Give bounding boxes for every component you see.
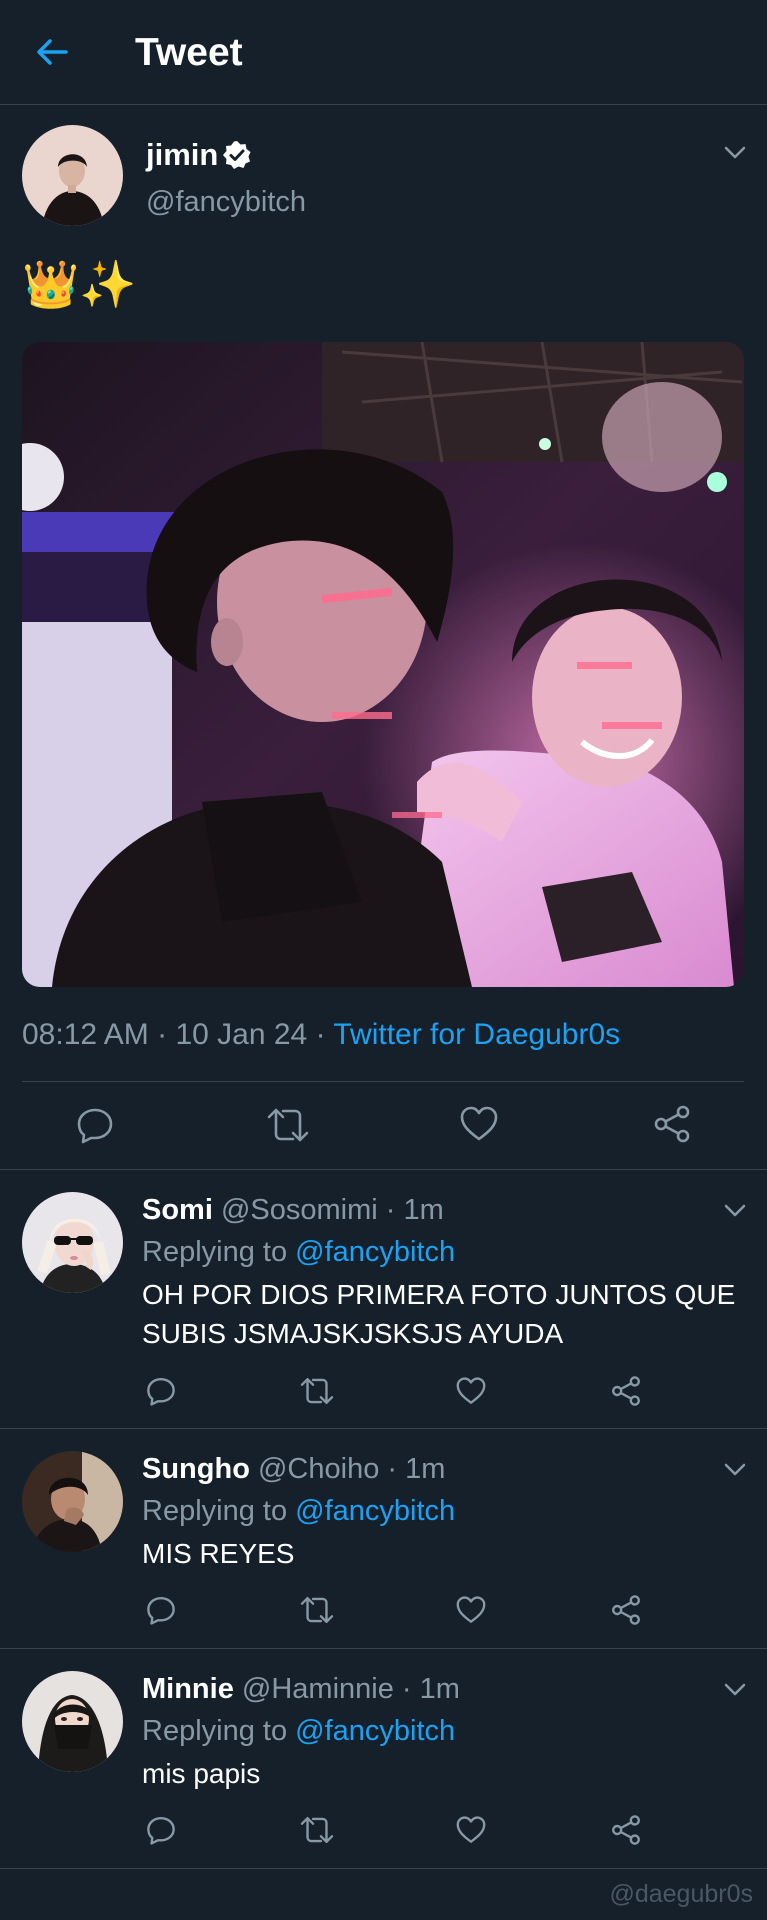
like-icon[interactable] <box>456 1596 486 1624</box>
reply-icon[interactable] <box>146 1595 176 1625</box>
reply-tweet[interactable]: Minnie @Haminnie · 1m Replying to @fancy… <box>0 1649 767 1868</box>
replying-to: Replying to @fancybitch <box>142 1495 455 1528</box>
reply-time: 1m <box>403 1194 444 1226</box>
replying-to: Replying to @fancybitch <box>142 1715 455 1748</box>
tweet-time: 08:12 AM <box>22 1018 149 1051</box>
reply-author-handle[interactable]: @Choiho <box>258 1453 379 1485</box>
reply-time: 1m <box>419 1673 460 1705</box>
verified-badge-icon <box>223 141 251 169</box>
author-handle[interactable]: @fancybitch <box>146 186 306 219</box>
replying-to-label: Replying to <box>142 1715 296 1747</box>
tweet-date: 10 Jan 24 <box>175 1018 308 1051</box>
back-button[interactable] <box>30 30 74 74</box>
meta-separator: · <box>315 1018 326 1051</box>
retweet-icon[interactable] <box>267 1106 309 1144</box>
retweet-icon[interactable] <box>300 1595 334 1625</box>
divider <box>0 1868 767 1869</box>
replying-to-mention[interactable]: @fancybitch <box>295 1495 455 1527</box>
top-bar: Tweet <box>0 0 767 105</box>
reply-author-name[interactable]: Sungho <box>142 1453 250 1485</box>
reply-tweet[interactable]: Somi @Sosomimi · 1m Replying to @fancybi… <box>0 1170 767 1428</box>
share-icon[interactable] <box>610 1814 642 1846</box>
tweet-actions <box>0 1080 767 1170</box>
reply-actions <box>0 1807 767 1857</box>
avatar[interactable] <box>22 1451 123 1552</box>
tweet-meta: 08:12 AM · 10 Jan 24 · Twitter for Daegu… <box>22 1018 620 1052</box>
tweet-photo[interactable] <box>22 342 744 987</box>
reply-author-handle[interactable]: @Sosomimi <box>221 1194 378 1226</box>
tweet-text: 👑✨ <box>22 258 137 310</box>
avatar[interactable] <box>22 1192 123 1293</box>
tweet-detail-screen: Tweet jimin @fancybitch 👑✨ 08:12 AM · 10… <box>0 0 767 1920</box>
chevron-down-icon[interactable] <box>724 1463 746 1477</box>
reply-text: OH POR DIOS PRIMERA FOTO JUNTOS QUE SUBI… <box>142 1279 736 1349</box>
reply-header: Minnie @Haminnie · 1m <box>142 1673 460 1706</box>
watermark: @daegubr0s <box>609 1880 753 1908</box>
replying-to-mention[interactable]: @fancybitch <box>295 1236 455 1268</box>
tweet-source-link[interactable]: Twitter for Daegubr0s <box>333 1018 620 1051</box>
reply-text: MIS REYES <box>142 1538 295 1569</box>
separator-dot: · <box>401 1673 412 1705</box>
separator-dot: · <box>385 1194 396 1226</box>
reply-tweet[interactable]: Sungho @Choiho · 1m Replying to @fancybi… <box>0 1429 767 1648</box>
page-title: Tweet <box>135 31 243 74</box>
retweet-icon[interactable] <box>300 1376 334 1406</box>
reply-icon[interactable] <box>76 1106 114 1144</box>
replying-to-label: Replying to <box>142 1236 296 1268</box>
like-icon[interactable] <box>456 1377 486 1405</box>
reply-actions <box>0 1587 767 1637</box>
author-avatar[interactable] <box>22 125 123 226</box>
back-arrow-icon <box>37 39 68 65</box>
reply-text: mis papis <box>142 1758 261 1789</box>
meta-separator: · <box>157 1018 168 1051</box>
reply-header: Sungho @Choiho · 1m <box>142 1453 445 1486</box>
chevron-down-icon[interactable] <box>724 1204 746 1218</box>
share-icon[interactable] <box>610 1375 642 1407</box>
reply-author-name[interactable]: Minnie <box>142 1673 234 1705</box>
author-name[interactable]: jimin <box>146 137 218 173</box>
reply-time: 1m <box>405 1453 446 1485</box>
reply-actions <box>0 1368 767 1418</box>
replying-to: Replying to @fancybitch <box>142 1236 455 1269</box>
like-icon[interactable] <box>456 1816 486 1844</box>
reply-author-name[interactable]: Somi <box>142 1194 213 1226</box>
chevron-down-icon[interactable] <box>724 146 746 160</box>
share-icon[interactable] <box>610 1594 642 1626</box>
share-icon[interactable] <box>652 1104 692 1144</box>
reply-icon[interactable] <box>146 1376 176 1406</box>
retweet-icon[interactable] <box>300 1815 334 1845</box>
replying-to-label: Replying to <box>142 1495 296 1527</box>
like-icon[interactable] <box>460 1106 498 1142</box>
chevron-down-icon[interactable] <box>724 1683 746 1697</box>
replying-to-mention[interactable]: @fancybitch <box>295 1715 455 1747</box>
reply-author-handle[interactable]: @Haminnie <box>242 1673 394 1705</box>
avatar[interactable] <box>22 1671 123 1772</box>
separator-dot: · <box>387 1453 398 1485</box>
reply-icon[interactable] <box>146 1815 176 1845</box>
reply-header: Somi @Sosomimi · 1m <box>142 1194 444 1227</box>
